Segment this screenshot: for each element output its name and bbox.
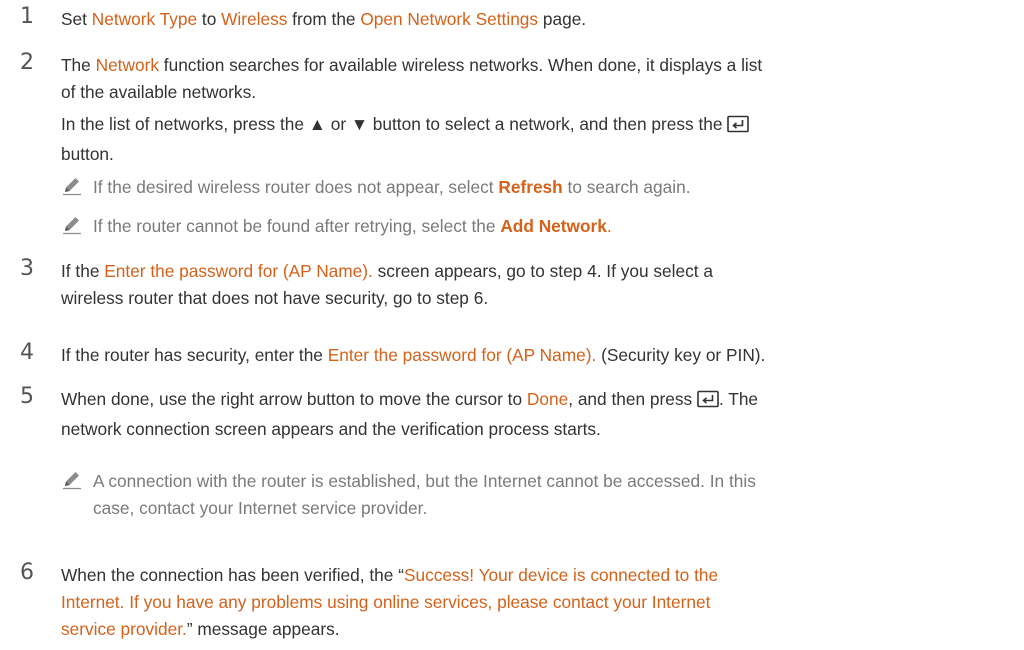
pencil-icon bbox=[61, 468, 83, 498]
text-run: service provider. bbox=[61, 619, 187, 639]
text-line: service provider.” message appears. bbox=[61, 616, 1011, 643]
step-number: 1 bbox=[20, 4, 34, 29]
text-run: to bbox=[197, 9, 222, 29]
pencil-icon bbox=[61, 213, 83, 243]
step-text: If the router has security, enter the En… bbox=[61, 342, 1011, 369]
step-number: 5 bbox=[20, 384, 34, 409]
step-text: Set Network Type to Wireless from the Op… bbox=[61, 6, 1011, 33]
text-line: When done, use the right arrow button to… bbox=[61, 386, 1011, 416]
step-subtext: In the list of networks, press the ▲ or … bbox=[61, 111, 1011, 168]
ui-term-refresh: Refresh bbox=[498, 177, 563, 197]
text-run: If the router has security, enter the bbox=[61, 345, 328, 365]
step-number: 3 bbox=[20, 256, 34, 281]
ui-term-enter-password-screen: Enter the password for (AP Name). bbox=[104, 261, 373, 281]
ui-term-enter-password: Enter the password for (AP Name). bbox=[327, 345, 597, 365]
text-run: , and then press bbox=[568, 389, 693, 409]
text-run: . bbox=[606, 216, 612, 236]
note-text: A connection with the router is establis… bbox=[93, 468, 1011, 522]
ui-term-wireless: Wireless bbox=[221, 9, 288, 29]
step-text: If the Enter the password for (AP Name).… bbox=[61, 258, 1011, 312]
text-run: When done, use the right arrow button to… bbox=[61, 389, 527, 409]
enter-key-icon bbox=[697, 389, 719, 416]
text-run: If the bbox=[61, 261, 105, 281]
text-run: In the list of networks, press the ▲ or … bbox=[61, 114, 723, 134]
text-run: (Security key or PIN). bbox=[596, 345, 766, 365]
text-run: The bbox=[61, 55, 96, 75]
text-line: button. bbox=[61, 144, 114, 164]
ui-term-open-network-settings: Open Network Settings bbox=[360, 9, 539, 29]
text-line: A connection with the router is establis… bbox=[93, 471, 756, 491]
step-text: When done, use the right arrow button to… bbox=[61, 386, 1011, 443]
text-line: network connection screen appears and th… bbox=[61, 419, 601, 439]
ui-term-done: Done bbox=[526, 389, 569, 409]
text-line: wireless router that does not have secur… bbox=[61, 288, 489, 308]
text-run: If the router cannot be found after retr… bbox=[93, 216, 501, 236]
text-run: If the desired wireless router does not … bbox=[93, 177, 499, 197]
step-number: 2 bbox=[20, 50, 34, 75]
text-line: When the connection has been verified, t… bbox=[61, 562, 1011, 589]
text-run: page. bbox=[538, 9, 587, 29]
text-line: of the available networks. bbox=[61, 82, 257, 102]
text-line: case, contact your Internet service prov… bbox=[93, 498, 428, 518]
text-run: . The bbox=[718, 389, 759, 409]
note-text: If the router cannot be found after retr… bbox=[93, 213, 1011, 240]
note-text: If the desired wireless router does not … bbox=[93, 174, 1011, 201]
ui-term-add-network: Add Network bbox=[500, 216, 607, 236]
ui-term-network-type: Network Type bbox=[91, 9, 198, 29]
note: If the router cannot be found after retr… bbox=[61, 213, 1011, 240]
ui-term-network: Network bbox=[95, 55, 159, 75]
text-line: The Network function searches for availa… bbox=[61, 52, 1011, 79]
text-line: Internet. If you have any problems using… bbox=[61, 592, 711, 612]
text-run: When the connection has been verified, t… bbox=[61, 565, 404, 585]
note: If the desired wireless router does not … bbox=[61, 174, 1011, 201]
text-run: to search again. bbox=[562, 177, 691, 197]
text-run: Set bbox=[61, 9, 92, 29]
step-text: The Network function searches for availa… bbox=[61, 52, 1011, 106]
text-run: function searches for available wireless… bbox=[158, 55, 763, 75]
text-line: If the Enter the password for (AP Name).… bbox=[61, 258, 1011, 285]
step-number: 4 bbox=[20, 340, 34, 365]
text-line: In the list of networks, press the ▲ or … bbox=[61, 111, 1011, 141]
note: A connection with the router is establis… bbox=[61, 468, 1011, 522]
step-text: When the connection has been verified, t… bbox=[61, 562, 1011, 643]
step-number: 6 bbox=[20, 560, 34, 585]
pencil-icon bbox=[61, 174, 83, 204]
text-run: from the bbox=[287, 9, 361, 29]
text-run: ” message appears. bbox=[186, 619, 340, 639]
enter-key-icon bbox=[727, 114, 750, 141]
ui-term-success-message: Success! Your device is connected to the bbox=[403, 565, 719, 585]
text-run: screen appears, go to step 4. If you sel… bbox=[372, 261, 713, 281]
